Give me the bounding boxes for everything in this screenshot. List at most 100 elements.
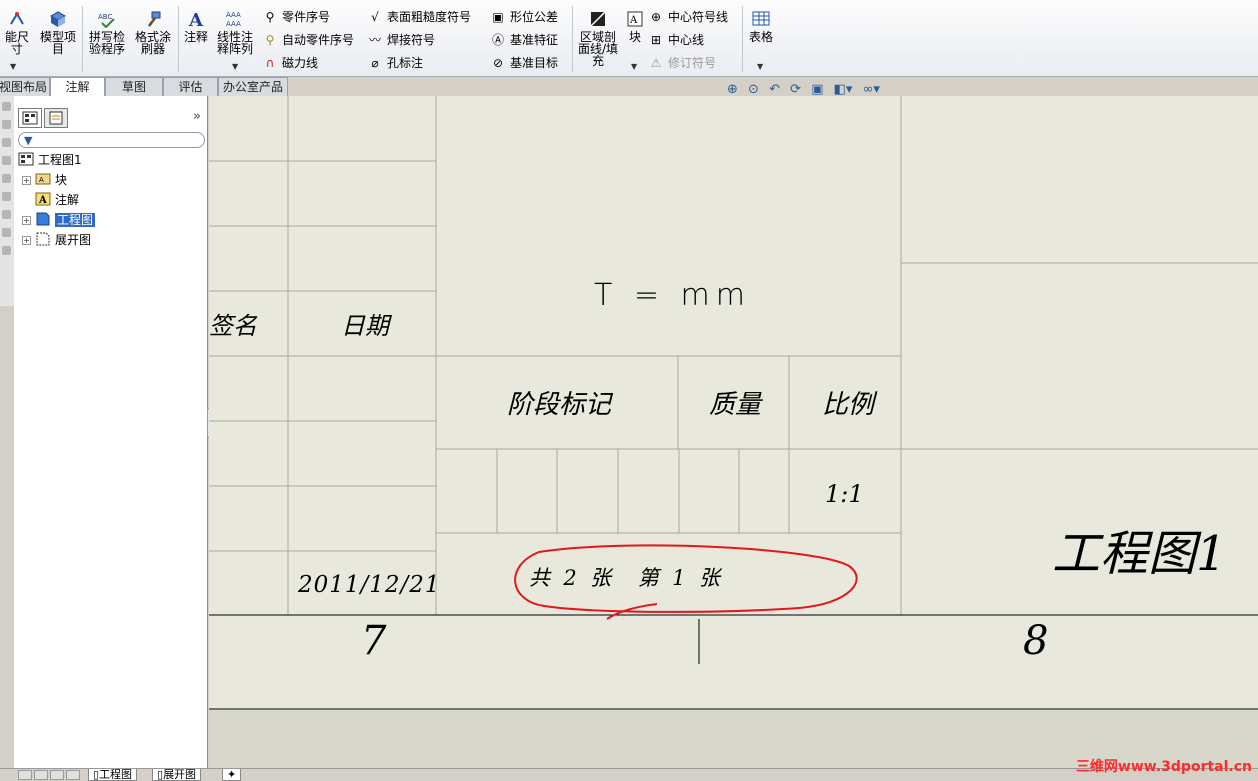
- geometric-tolerance-button[interactable]: ▣ 形位公差: [490, 8, 558, 26]
- title-block-drawing: [209, 96, 1258, 768]
- auto-balloon-button[interactable]: ⚲ 自动零件序号: [262, 31, 354, 49]
- task-pane-icon[interactable]: [2, 102, 11, 111]
- prev-sheet-button[interactable]: [34, 770, 48, 780]
- task-pane-icon[interactable]: [2, 138, 11, 147]
- surface-finish-icon: √: [371, 10, 379, 24]
- tree-item-annotation[interactable]: A 注解: [35, 191, 79, 209]
- zoom-to-area-icon[interactable]: ⊙: [748, 82, 759, 97]
- datum-target-button[interactable]: ⊘ 基准目标: [490, 54, 558, 72]
- model-items-button[interactable]: 模型项 目: [38, 10, 78, 55]
- note-button[interactable]: A 注释: [181, 10, 211, 43]
- hatch-icon: [590, 11, 606, 27]
- task-pane-strip: [0, 96, 14, 306]
- scale-label: 比例: [822, 390, 875, 420]
- tree-item-sheet[interactable]: + 工程图: [22, 211, 96, 229]
- task-pane-icon[interactable]: [2, 210, 11, 219]
- view-orientation-icon[interactable]: ◧▾: [834, 82, 853, 97]
- expand-icon[interactable]: +: [22, 216, 31, 225]
- add-sheet-icon: ✦: [227, 768, 237, 781]
- balloon-icon: ⚲: [265, 10, 275, 24]
- task-pane-icon[interactable]: [2, 120, 11, 129]
- balloon-button[interactable]: ⚲ 零件序号: [262, 8, 330, 26]
- task-pane-icon[interactable]: [2, 156, 11, 165]
- zone-number-right: 8: [1023, 618, 1049, 664]
- table-button[interactable]: 表格: [746, 10, 776, 43]
- tree-filter-input[interactable]: ▼: [18, 132, 205, 148]
- heads-up-view-toolbar: ⊕ ⊙ ↶ ⟳ ▣ ◧▾ ∞▾: [727, 82, 886, 100]
- dropdown-arrow-icon[interactable]: ▼: [631, 62, 637, 71]
- dropdown-arrow-icon[interactable]: ▼: [232, 62, 238, 71]
- task-pane-icon[interactable]: [2, 246, 11, 255]
- command-manager-tabs: 视图布局 注解 草图 评估 办公室产品: [0, 77, 300, 97]
- expand-icon[interactable]: +: [22, 176, 31, 185]
- first-sheet-button[interactable]: [18, 770, 32, 780]
- tab-view-layout[interactable]: 视图布局: [0, 77, 50, 96]
- previous-view-icon[interactable]: ↶: [769, 82, 780, 97]
- display-style-icon[interactable]: ▣: [811, 82, 823, 97]
- weld-symbol-icon: 〰: [368, 33, 381, 47]
- sheet-tab-flat-pattern[interactable]: ▯展开图: [152, 769, 202, 781]
- last-sheet-button[interactable]: [66, 770, 80, 780]
- tree-item-block[interactable]: + A 块: [22, 171, 67, 189]
- scale-value: 1:1: [825, 480, 864, 508]
- dropdown-arrow-icon[interactable]: ▼: [757, 62, 763, 71]
- model-items-icon: [49, 11, 67, 27]
- property-manager-tab[interactable]: [44, 108, 68, 128]
- area-hatch-button[interactable]: 区域剖 面线/填 充: [576, 10, 620, 67]
- datum-feature-icon: Ⓐ: [491, 33, 504, 47]
- linear-pattern-icon: AAAAAA: [226, 11, 241, 28]
- site-watermark: 三维网www.3dportal.cn: [1075, 759, 1252, 775]
- sheet-icon: [36, 212, 50, 226]
- auto-balloon-icon: ⚲: [265, 33, 275, 47]
- format-painter-button[interactable]: 格式涂 刷器: [132, 10, 174, 55]
- drawing-canvas[interactable]: 签名 日期 T = mm 阶段标记 质量 比例 1:1 2011/12/21 共…: [209, 96, 1258, 768]
- magnetic-line-button[interactable]: ∩ 磁力线: [262, 54, 318, 72]
- command-manager-toolbar: 能尺 寸 ▼ 模型项 目 ABC 拼写检 验程序 格式涂 刷器 A 注释 AAA…: [0, 0, 1258, 77]
- annotation-icon: A: [35, 192, 51, 206]
- toolbar-separator: [572, 6, 573, 72]
- date-label: 日期: [341, 312, 389, 340]
- expand-panel-icon[interactable]: »: [193, 109, 201, 124]
- svg-text:AAA: AAA: [226, 20, 241, 28]
- zoom-to-fit-icon[interactable]: ⊕: [727, 82, 738, 97]
- hole-callout-button[interactable]: ⌀ 孔标注: [367, 54, 423, 72]
- task-pane-icon[interactable]: [2, 174, 11, 183]
- linear-note-pattern-button[interactable]: AAA AAA 线性注 释阵列: [214, 10, 256, 55]
- sheet-tab-drawing[interactable]: ▯工程图: [88, 769, 138, 781]
- center-mark-button[interactable]: ⊕ 中心符号线: [648, 8, 728, 26]
- surface-finish-button[interactable]: √ 表面粗糙度符号: [367, 8, 471, 26]
- tree-root-item[interactable]: 工程图1: [18, 151, 82, 169]
- feature-manager-tab[interactable]: [18, 108, 42, 128]
- block-icon: A: [35, 173, 51, 185]
- weld-symbol-button[interactable]: 〰焊接符号: [367, 31, 435, 49]
- tree-item-flat-pattern[interactable]: + 展开图: [22, 231, 91, 249]
- note-icon: A: [188, 10, 204, 28]
- property-icon: [49, 111, 63, 125]
- task-pane-icon[interactable]: [2, 192, 11, 201]
- expand-icon[interactable]: +: [22, 236, 31, 245]
- task-pane-icon[interactable]: [2, 228, 11, 237]
- block-button[interactable]: A 块: [624, 10, 646, 43]
- smart-dimension-button[interactable]: 能尺 寸: [0, 10, 34, 55]
- spell-check-icon: ABC: [98, 13, 115, 28]
- spell-checker-button[interactable]: ABC 拼写检 验程序: [86, 10, 128, 55]
- paint-brush-icon: [148, 11, 161, 27]
- add-sheet-button[interactable]: ✦: [222, 768, 242, 781]
- datum-target-icon: ⊘: [492, 56, 504, 70]
- smart-dimension-icon: [10, 12, 24, 25]
- svg-text:A: A: [629, 15, 638, 26]
- tab-sketch[interactable]: 草图: [105, 77, 163, 96]
- tab-annotation[interactable]: 注解: [50, 77, 105, 97]
- tab-evaluate[interactable]: 评估: [163, 77, 218, 96]
- datum-feature-button[interactable]: Ⓐ 基准特征: [490, 31, 558, 49]
- feature-manager-panel: » ▼ 工程图1 + A 块 A 注解 + 工程图 + 展开图: [14, 96, 208, 768]
- rebuild-icon[interactable]: ⟳: [790, 82, 801, 97]
- sheet-count-text: 共 2 张 第 1 张: [529, 566, 720, 590]
- revision-symbol-button[interactable]: ⚠ 修订符号: [648, 54, 716, 72]
- feature-tree-icon: [22, 111, 38, 125]
- centerline-button[interactable]: ⊞ 中心线: [648, 31, 704, 49]
- dropdown-arrow-icon[interactable]: ▼: [10, 62, 16, 71]
- hide-show-items-icon[interactable]: ∞▾: [863, 82, 880, 97]
- next-sheet-button[interactable]: [50, 770, 64, 780]
- tab-office-products[interactable]: 办公室产品: [218, 77, 288, 96]
